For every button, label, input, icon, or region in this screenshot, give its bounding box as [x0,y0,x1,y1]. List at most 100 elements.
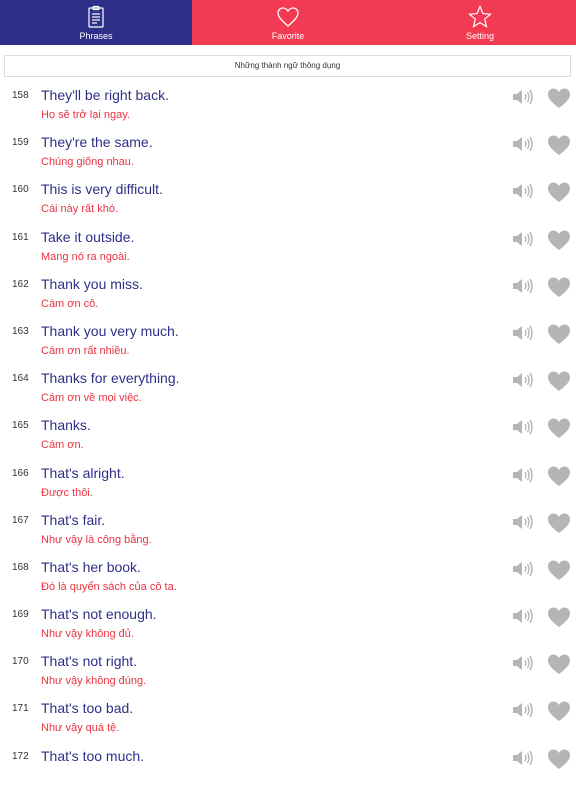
phrase-number: 170 [12,656,29,668]
phrase-vietnamese: Mang nó ra ngoài. [41,250,130,263]
tab-favorite-label: Favorite [271,31,305,41]
phrase-vietnamese: Cám ơn cô. [41,297,99,310]
phrase-row[interactable]: 170 That's not right. Như vậy không đúng. [0,646,576,693]
phrase-row[interactable]: 165 Thanks. Cám ơn. [0,410,576,457]
phrase-row[interactable]: 168 That's her book. Đó là quyển sách của … [0,552,576,599]
speaker-icon[interactable] [511,465,535,485]
tab-setting-label: Setting [465,31,495,41]
phrase-english: That's not right. [41,653,138,670]
phrase-vietnamese: Cám ơn về mọi việc. [41,392,142,405]
phrase-row[interactable]: 159 They're the same. Chúng giống nhau. [0,127,576,174]
heart-icon[interactable] [547,559,571,581]
phrase-english: Thank you very much. [41,322,179,339]
phrase-vietnamese: Họ sẽ trở lại ngay. [41,109,130,121]
speaker-icon[interactable] [511,370,535,390]
phrase-english: This is very difficult. [41,181,163,198]
speaker-icon[interactable] [511,559,535,579]
phrase-vietnamese: Như vậy không đúng. [41,675,147,688]
heart-icon[interactable] [547,748,571,770]
tab-favorite[interactable]: Favorite [192,0,384,45]
speaker-icon[interactable] [511,181,535,201]
clipboard-icon [88,5,104,28]
phrase-number: 166 [12,467,29,479]
phrase-vietnamese: Như vậy là công bằng. [41,533,152,546]
speaker-icon[interactable] [511,653,535,673]
phrase-number: 160 [12,184,29,196]
phrase-vietnamese: Như vậy không đủ. [41,628,134,641]
heart-icon[interactable] [547,276,571,298]
phrase-number: 168 [12,561,29,573]
phrase-english: Thank you miss. [41,275,143,292]
tab-phrases[interactable]: Phrases [0,0,192,45]
heart-icon[interactable] [547,323,571,345]
phrase-vietnamese: Đó là quyển sách của cô ta. [41,580,177,593]
heart-icon[interactable] [547,134,571,156]
heart-icon[interactable] [547,181,571,203]
phrase-row[interactable]: 167 That's fair. Như vậy là công bằng. [0,505,576,552]
phrase-row[interactable]: 171 That's too bad. Như vậy quá tệ. [0,693,576,740]
phrase-vietnamese: Cám ơn rất nhiều. [41,344,130,357]
heart-icon[interactable] [547,465,571,487]
speaker-icon[interactable] [511,512,535,532]
heart-icon[interactable] [547,370,571,392]
phrase-row[interactable]: 162 Thank you miss. Cám ơn cô. [0,269,576,316]
heart-icon[interactable] [547,87,571,109]
phrase-english: That's too much. [41,747,145,764]
phrase-english: That's fair. [41,511,106,528]
phrase-row[interactable]: 172 That's too much. [0,741,576,788]
speaker-icon[interactable] [511,87,535,107]
tab-setting[interactable]: Setting [384,0,576,45]
heart-icon[interactable] [547,229,571,251]
heart-icon[interactable] [547,653,571,675]
list-header: Những thành ngữ thông dụng [4,55,571,77]
phrase-english: Take it outside. [41,228,135,245]
speaker-icon[interactable] [511,700,535,720]
phrase-number: 159 [12,137,29,149]
phrase-row[interactable]: 163 Thank you very much. Cám ơn rất nhiều. [0,316,576,363]
heart-icon[interactable] [547,700,571,722]
phrase-number: 169 [12,609,29,621]
phrase-vietnamese: Được thôi. [41,486,93,499]
heart-icon[interactable] [547,417,571,439]
tab-phrases-label: Phrases [79,31,113,41]
phrase-english: They're the same. [41,134,153,151]
phrase-vietnamese: Chúng giống nhau. [41,156,134,169]
speaker-icon[interactable] [511,417,535,437]
speaker-icon[interactable] [511,606,535,626]
phrase-english: That's not enough. [41,606,157,623]
phrase-number: 172 [12,750,29,762]
phrase-row[interactable]: 169 That's not enough. Như vậy không đủ. [0,599,576,646]
phrase-number: 165 [12,420,29,432]
phrase-number: 164 [12,373,29,385]
phrase-number: 162 [12,278,29,290]
phrase-english: That's too bad. [41,700,134,717]
speaker-icon[interactable] [511,323,535,343]
phrase-number: 158 [12,90,29,101]
phrase-row[interactable]: 161 Take it outside. Mang nó ra ngoài. [0,222,576,269]
phrase-row[interactable]: 164 Thanks for everything. Cám ơn về mọi v… [0,363,576,410]
phrase-row[interactable]: 166 That's alright. Được thôi. [0,458,576,505]
speaker-icon[interactable] [511,748,535,768]
tab-bar: Phrases Favorite Setting [0,0,576,45]
phrase-vietnamese: Như vậy quá tệ. [41,722,120,735]
heart-outline-icon [277,7,299,27]
phrase-english: That's alright. [41,464,125,481]
phrase-number: 171 [12,703,29,715]
phrase-row[interactable]: 160 This is very difficult. Cái này rất kh… [0,174,576,221]
phrase-number: 161 [12,231,29,243]
phrase-vietnamese: Cám ơn. [41,439,84,452]
phrase-english: That's her book. [41,558,141,575]
phrase-english: Thanks. [41,417,91,434]
phrase-english: Thanks for everything. [41,370,180,387]
speaker-icon[interactable] [511,276,535,296]
heart-icon[interactable] [547,512,571,534]
phrase-vietnamese: Cái này rất khó. [41,203,119,216]
phrase-english: They'll be right back. [41,87,169,103]
phrase-number: 163 [12,325,29,337]
speaker-icon[interactable] [511,229,535,249]
phrase-row[interactable]: 158 They'll be right back. Họ sẽ trở lại n… [0,80,576,127]
phrase-number: 167 [12,514,29,526]
speaker-icon[interactable] [511,134,535,154]
phrase-list: 158 They'll be right back. Họ sẽ trở lại n… [0,80,576,788]
heart-icon[interactable] [547,606,571,628]
